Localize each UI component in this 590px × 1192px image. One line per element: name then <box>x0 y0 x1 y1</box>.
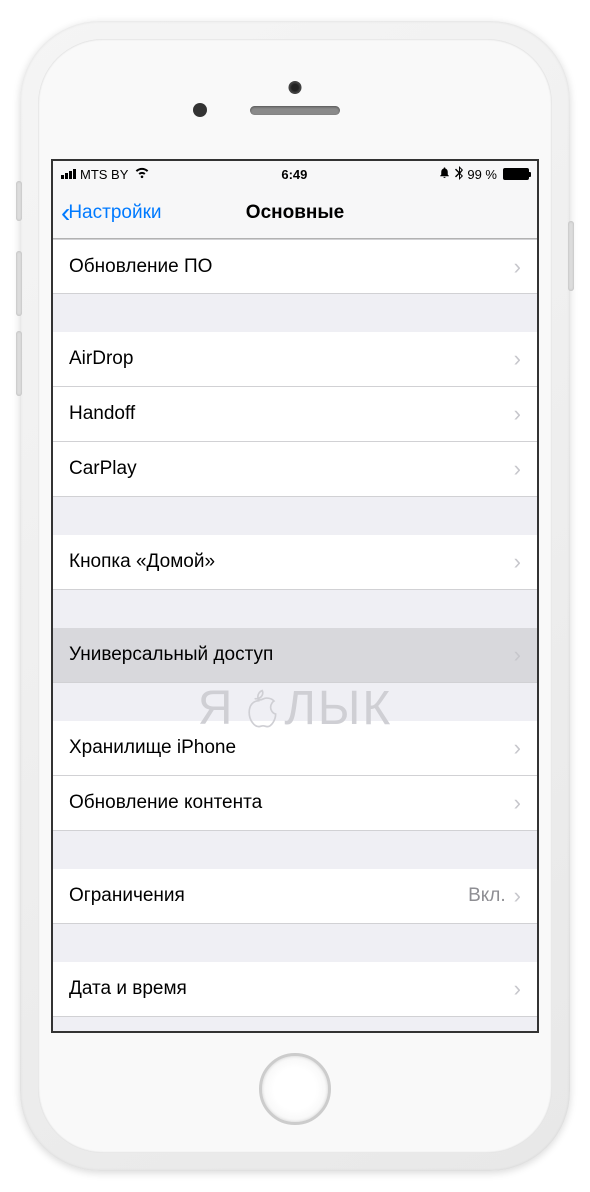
speaker-grille <box>250 106 340 115</box>
chevron-right-icon: › <box>514 735 521 761</box>
chevron-right-icon: › <box>514 642 521 668</box>
chevron-right-icon: › <box>514 254 521 280</box>
wifi-icon <box>134 166 150 182</box>
status-right: 99 % <box>438 166 529 183</box>
row-label: CarPlay <box>69 458 137 480</box>
row-label: Универсальный доступ <box>69 644 273 666</box>
row-label: Кнопка «Домой» <box>69 551 215 573</box>
row-accessibility[interactable]: Универсальный доступ › <box>53 628 537 683</box>
phone-frame: MTS BY 6:49 99 % <box>20 21 570 1171</box>
row-value: Вкл. <box>468 885 506 907</box>
row-home-button[interactable]: Кнопка «Домой» › <box>53 535 537 590</box>
row-handoff[interactable]: Handoff › <box>53 387 537 442</box>
chevron-right-icon: › <box>514 790 521 816</box>
battery-icon <box>503 168 529 180</box>
chevron-right-icon: › <box>514 401 521 427</box>
back-label: Настройки <box>68 202 161 224</box>
chevron-right-icon: › <box>514 883 521 909</box>
row-label: Обновление контента <box>69 792 262 814</box>
chevron-right-icon: › <box>514 549 521 575</box>
row-date-time[interactable]: Дата и время › <box>53 962 537 1017</box>
settings-list: Обновление ПО › AirDrop › Handoff › CarP… <box>53 239 537 1017</box>
volume-up-button <box>16 251 22 316</box>
nav-title: Основные <box>246 202 344 224</box>
row-restrictions[interactable]: Ограничения Вкл. › <box>53 869 537 924</box>
battery-percent: 99 % <box>467 167 497 182</box>
row-label: Handoff <box>69 403 135 425</box>
nav-bar: ‹ Настройки Основные <box>53 187 537 239</box>
row-label: AirDrop <box>69 348 133 370</box>
chevron-right-icon: › <box>514 456 521 482</box>
row-iphone-storage[interactable]: Хранилище iPhone › <box>53 721 537 776</box>
power-button <box>568 221 574 291</box>
row-software-update[interactable]: Обновление ПО › <box>53 239 537 294</box>
status-time: 6:49 <box>281 167 307 182</box>
row-background-app-refresh[interactable]: Обновление контента › <box>53 776 537 831</box>
row-label: Хранилище iPhone <box>69 737 236 759</box>
alarm-icon <box>438 166 451 182</box>
home-button-physical <box>259 1053 331 1125</box>
carrier-label: MTS BY <box>80 167 128 182</box>
proximity-sensor <box>193 103 207 117</box>
row-carplay[interactable]: CarPlay › <box>53 442 537 497</box>
mute-switch <box>16 181 22 221</box>
row-label: Дата и время <box>69 978 187 1000</box>
chevron-right-icon: › <box>514 976 521 1002</box>
row-airdrop[interactable]: AirDrop › <box>53 332 537 387</box>
screen: MTS BY 6:49 99 % <box>51 159 539 1033</box>
signal-icon <box>61 169 76 179</box>
status-left: MTS BY <box>61 166 150 182</box>
front-camera <box>289 81 302 94</box>
status-bar: MTS BY 6:49 99 % <box>53 161 537 187</box>
back-button[interactable]: ‹ Настройки <box>61 199 162 227</box>
row-label: Обновление ПО <box>69 256 212 278</box>
row-label: Ограничения <box>69 885 185 907</box>
phone-bezel: MTS BY 6:49 99 % <box>38 39 552 1153</box>
chevron-right-icon: › <box>514 346 521 372</box>
bluetooth-icon <box>455 166 463 183</box>
volume-down-button <box>16 331 22 396</box>
